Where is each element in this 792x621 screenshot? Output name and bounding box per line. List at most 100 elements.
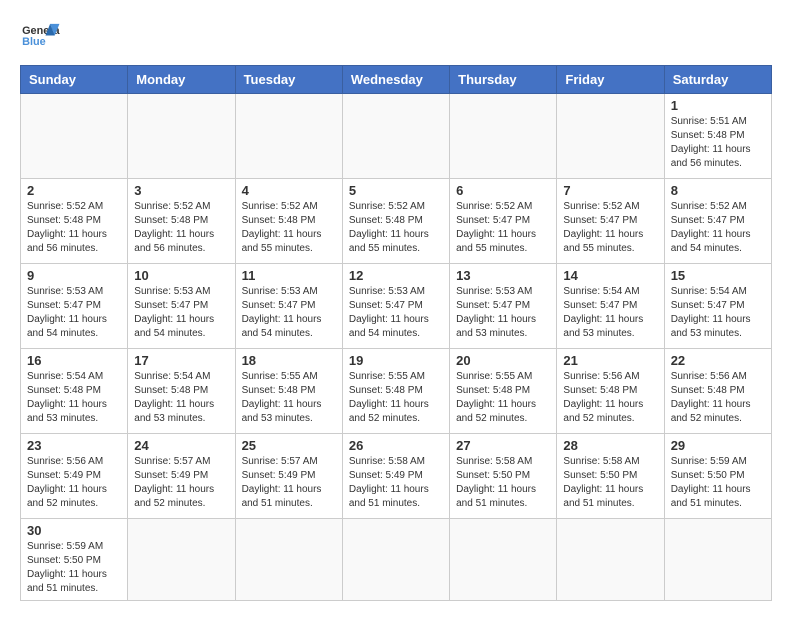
calendar-cell — [557, 94, 664, 179]
day-info: Sunrise: 5:52 AM Sunset: 5:47 PM Dayligh… — [671, 200, 765, 256]
day-info: Sunrise: 5:56 AM Sunset: 5:48 PM Dayligh… — [671, 370, 765, 426]
weekday-header-friday: Friday — [557, 66, 664, 94]
weekday-header-monday: Monday — [128, 66, 235, 94]
day-info: Sunrise: 5:52 AM Sunset: 5:48 PM Dayligh… — [134, 200, 228, 256]
day-info: Sunrise: 5:58 AM Sunset: 5:50 PM Dayligh… — [456, 455, 550, 511]
calendar-cell — [21, 94, 128, 179]
calendar-cell: 9 Sunrise: 5:53 AM Sunset: 5:47 PM Daylig… — [21, 264, 128, 349]
day-number: 20 — [456, 353, 550, 368]
calendar-cell: 20 Sunrise: 5:55 AM Sunset: 5:48 PM Dayli… — [450, 349, 557, 434]
day-info: Sunrise: 5:59 AM Sunset: 5:50 PM Dayligh… — [27, 540, 121, 596]
calendar-cell: 11 Sunrise: 5:53 AM Sunset: 5:47 PM Dayli… — [235, 264, 342, 349]
day-number: 24 — [134, 438, 228, 453]
day-number: 23 — [27, 438, 121, 453]
day-number: 6 — [456, 183, 550, 198]
day-number: 21 — [563, 353, 657, 368]
day-number: 11 — [242, 268, 336, 283]
day-info: Sunrise: 5:55 AM Sunset: 5:48 PM Dayligh… — [349, 370, 443, 426]
day-number: 15 — [671, 268, 765, 283]
calendar-cell — [342, 94, 449, 179]
calendar-cell: 8 Sunrise: 5:52 AM Sunset: 5:47 PM Daylig… — [664, 179, 771, 264]
calendar-cell — [450, 519, 557, 601]
day-number: 12 — [349, 268, 443, 283]
day-number: 28 — [563, 438, 657, 453]
calendar-cell: 28Sunrise: 5:58 AM Sunset: 5:50 PM Dayli… — [557, 434, 664, 519]
day-number: 30 — [27, 523, 121, 538]
calendar-cell: 30 Sunrise: 5:59 AM Sunset: 5:50 PM Dayli… — [21, 519, 128, 601]
day-number: 18 — [242, 353, 336, 368]
calendar-cell: 1 Sunrise: 5:51 AM Sunset: 5:48 PM Daylig… — [664, 94, 771, 179]
day-number: 1 — [671, 98, 765, 113]
day-info: Sunrise: 5:52 AM Sunset: 5:48 PM Dayligh… — [27, 200, 121, 256]
weekday-header-tuesday: Tuesday — [235, 66, 342, 94]
calendar-cell: 15 Sunrise: 5:54 AM Sunset: 5:47 PM Dayli… — [664, 264, 771, 349]
calendar-cell — [342, 519, 449, 601]
calendar-cell: 25 Sunrise: 5:57 AM Sunset: 5:49 PM Dayli… — [235, 434, 342, 519]
weekday-header-thursday: Thursday — [450, 66, 557, 94]
calendar-cell: 26 Sunrise: 5:58 AM Sunset: 5:49 PM Dayli… — [342, 434, 449, 519]
day-info: Sunrise: 5:58 AM Sunset: 5:49 PM Dayligh… — [349, 455, 443, 511]
calendar-cell: 10 Sunrise: 5:53 AM Sunset: 5:47 PM Dayli… — [128, 264, 235, 349]
calendar-cell: 14Sunrise: 5:54 AM Sunset: 5:47 PM Dayli… — [557, 264, 664, 349]
day-info: Sunrise: 5:53 AM Sunset: 5:47 PM Dayligh… — [349, 285, 443, 341]
day-number: 7 — [563, 183, 657, 198]
calendar-row-1: 1 Sunrise: 5:51 AM Sunset: 5:48 PM Daylig… — [21, 94, 772, 179]
calendar-table: SundayMondayTuesdayWednesdayThursdayFrid… — [20, 65, 772, 601]
weekday-header-row: SundayMondayTuesdayWednesdayThursdayFrid… — [21, 66, 772, 94]
day-info: Sunrise: 5:56 AM Sunset: 5:49 PM Dayligh… — [27, 455, 121, 511]
calendar-cell: 18 Sunrise: 5:55 AM Sunset: 5:48 PM Dayli… — [235, 349, 342, 434]
calendar-cell: 21 Sunrise: 5:56 AM Sunset: 5:48 PM Dayli… — [557, 349, 664, 434]
day-info: Sunrise: 5:54 AM Sunset: 5:47 PM Dayligh… — [563, 285, 657, 341]
day-number: 8 — [671, 183, 765, 198]
weekday-header-sunday: Sunday — [21, 66, 128, 94]
logo-icon: General Blue — [20, 20, 60, 55]
calendar-cell — [557, 519, 664, 601]
day-info: Sunrise: 5:56 AM Sunset: 5:48 PM Dayligh… — [563, 370, 657, 426]
day-info: Sunrise: 5:53 AM Sunset: 5:47 PM Dayligh… — [456, 285, 550, 341]
day-number: 25 — [242, 438, 336, 453]
calendar-row-4: 16Sunrise: 5:54 AM Sunset: 5:48 PM Dayli… — [21, 349, 772, 434]
calendar-cell: 16Sunrise: 5:54 AM Sunset: 5:48 PM Dayli… — [21, 349, 128, 434]
calendar-row-3: 9 Sunrise: 5:53 AM Sunset: 5:47 PM Daylig… — [21, 264, 772, 349]
calendar-cell: 2Sunrise: 5:52 AM Sunset: 5:48 PM Daylig… — [21, 179, 128, 264]
day-info: Sunrise: 5:53 AM Sunset: 5:47 PM Dayligh… — [27, 285, 121, 341]
calendar-cell: 22 Sunrise: 5:56 AM Sunset: 5:48 PM Dayli… — [664, 349, 771, 434]
day-info: Sunrise: 5:55 AM Sunset: 5:48 PM Dayligh… — [242, 370, 336, 426]
day-info: Sunrise: 5:53 AM Sunset: 5:47 PM Dayligh… — [242, 285, 336, 341]
calendar-row-6: 30 Sunrise: 5:59 AM Sunset: 5:50 PM Dayli… — [21, 519, 772, 601]
logo: General Blue — [20, 20, 60, 55]
day-info: Sunrise: 5:57 AM Sunset: 5:49 PM Dayligh… — [134, 455, 228, 511]
day-info: Sunrise: 5:57 AM Sunset: 5:49 PM Dayligh… — [242, 455, 336, 511]
day-info: Sunrise: 5:52 AM Sunset: 5:48 PM Dayligh… — [242, 200, 336, 256]
day-number: 26 — [349, 438, 443, 453]
svg-text:Blue: Blue — [22, 36, 46, 48]
calendar-row-5: 23 Sunrise: 5:56 AM Sunset: 5:49 PM Dayli… — [21, 434, 772, 519]
day-number: 29 — [671, 438, 765, 453]
calendar-cell: 27 Sunrise: 5:58 AM Sunset: 5:50 PM Dayli… — [450, 434, 557, 519]
calendar-cell: 24 Sunrise: 5:57 AM Sunset: 5:49 PM Dayli… — [128, 434, 235, 519]
day-info: Sunrise: 5:51 AM Sunset: 5:48 PM Dayligh… — [671, 115, 765, 171]
calendar-cell: 17Sunrise: 5:54 AM Sunset: 5:48 PM Dayli… — [128, 349, 235, 434]
calendar-cell: 23 Sunrise: 5:56 AM Sunset: 5:49 PM Dayli… — [21, 434, 128, 519]
calendar-cell — [128, 94, 235, 179]
day-number: 27 — [456, 438, 550, 453]
day-number: 4 — [242, 183, 336, 198]
weekday-header-wednesday: Wednesday — [342, 66, 449, 94]
day-info: Sunrise: 5:53 AM Sunset: 5:47 PM Dayligh… — [134, 285, 228, 341]
calendar-row-2: 2Sunrise: 5:52 AM Sunset: 5:48 PM Daylig… — [21, 179, 772, 264]
calendar-cell: 5Sunrise: 5:52 AM Sunset: 5:48 PM Daylig… — [342, 179, 449, 264]
day-number: 9 — [27, 268, 121, 283]
page-header: General Blue — [20, 20, 772, 55]
calendar-cell: 29Sunrise: 5:59 AM Sunset: 5:50 PM Dayli… — [664, 434, 771, 519]
calendar-cell: 19Sunrise: 5:55 AM Sunset: 5:48 PM Dayli… — [342, 349, 449, 434]
day-number: 3 — [134, 183, 228, 198]
day-number: 10 — [134, 268, 228, 283]
calendar-cell: 4 Sunrise: 5:52 AM Sunset: 5:48 PM Daylig… — [235, 179, 342, 264]
day-number: 17 — [134, 353, 228, 368]
day-number: 22 — [671, 353, 765, 368]
day-info: Sunrise: 5:55 AM Sunset: 5:48 PM Dayligh… — [456, 370, 550, 426]
day-info: Sunrise: 5:52 AM Sunset: 5:47 PM Dayligh… — [563, 200, 657, 256]
weekday-header-saturday: Saturday — [664, 66, 771, 94]
day-info: Sunrise: 5:54 AM Sunset: 5:47 PM Dayligh… — [671, 285, 765, 341]
calendar-cell: 7 Sunrise: 5:52 AM Sunset: 5:47 PM Daylig… — [557, 179, 664, 264]
